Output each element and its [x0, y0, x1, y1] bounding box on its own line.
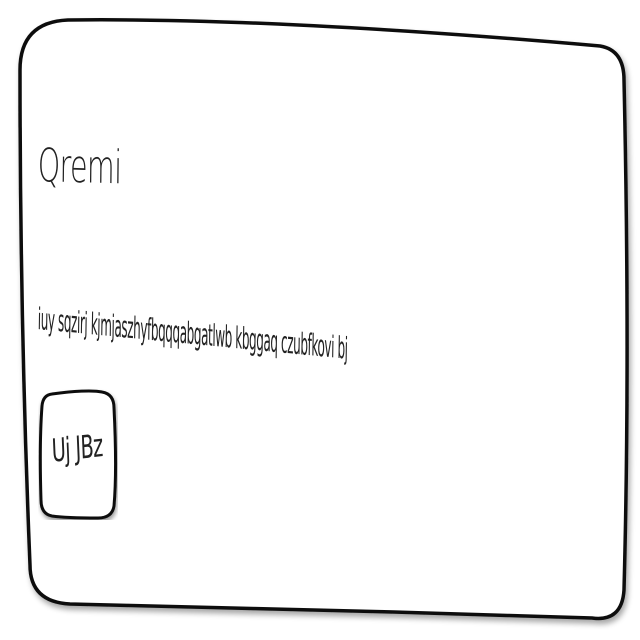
- card-title: Qremi: [37, 138, 122, 195]
- action-button-label: Uj JBz: [51, 426, 104, 470]
- card-body-text: iuy sqzirj kjmjaszhyfbqqqabgatlwb kbggaq…: [37, 302, 348, 367]
- action-button[interactable]: Uj JBz: [38, 388, 118, 520]
